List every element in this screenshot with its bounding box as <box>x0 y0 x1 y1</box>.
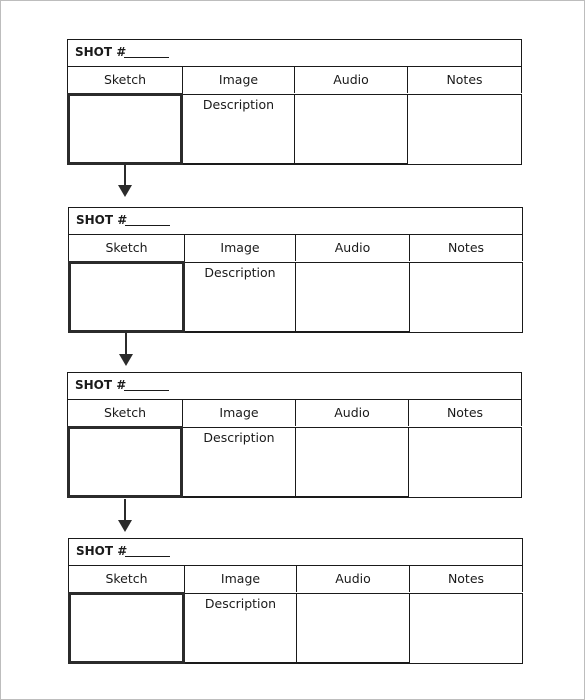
sketch-frame[interactable] <box>67 93 183 165</box>
column-header-row: Sketch Image Description Audio Notes <box>67 399 522 445</box>
column-header-notes: Notes <box>408 399 522 426</box>
column-header-sketch: Sketch <box>67 66 182 93</box>
shot-label: SHOT # <box>75 378 127 392</box>
audio-cell[interactable] <box>294 94 407 165</box>
column-header-sketch: Sketch <box>68 565 184 592</box>
sketch-frame[interactable] <box>67 426 183 498</box>
arrow-down-icon <box>118 499 132 533</box>
column-header-audio: Audio <box>296 565 409 592</box>
column-header-audio: Audio <box>295 399 408 426</box>
image-description-cell[interactable] <box>182 94 294 165</box>
shot-label: SHOT # <box>75 45 127 59</box>
column-header-image-description: Image Description <box>184 565 296 611</box>
column-header-sketch: Sketch <box>68 234 184 261</box>
shot-number-row: SHOT # <box>67 372 522 399</box>
notes-cell[interactable] <box>409 262 523 333</box>
shot-label: SHOT # <box>76 213 128 227</box>
shot-number-row: SHOT # <box>68 538 523 565</box>
shot-number-field[interactable] <box>125 556 170 557</box>
column-header-row: Sketch Image Description Audio Notes <box>68 234 523 280</box>
column-header-image-description: Image Description <box>184 234 295 280</box>
column-header-notes: Notes <box>409 565 523 592</box>
notes-cell[interactable] <box>409 593 523 664</box>
shot-content-row <box>68 261 523 333</box>
shot-label: SHOT # <box>76 544 128 558</box>
audio-cell[interactable] <box>295 262 409 333</box>
arrow-down-icon <box>118 165 132 198</box>
shot-content-row <box>67 426 522 498</box>
page: SHOT # Sketch Image Description Audio No… <box>0 0 585 700</box>
column-header-notes: Notes <box>407 66 522 93</box>
image-description-cell[interactable] <box>184 593 296 664</box>
sketch-frame[interactable] <box>68 592 185 664</box>
shot-number-field[interactable] <box>124 390 169 391</box>
column-header-row: Sketch Image Description Audio Notes <box>67 66 522 112</box>
shot-number-row: SHOT # <box>68 207 523 234</box>
audio-cell[interactable] <box>295 427 408 498</box>
image-description-cell[interactable] <box>184 262 295 333</box>
sketch-frame[interactable] <box>68 261 185 333</box>
column-header-audio: Audio <box>294 66 407 93</box>
column-header-audio: Audio <box>295 234 409 261</box>
shot-content-row <box>68 592 523 664</box>
shot-number-field[interactable] <box>124 57 169 58</box>
column-header-image-description: Image Description <box>182 399 295 445</box>
column-header-notes: Notes <box>409 234 523 261</box>
shot-number-row: SHOT # <box>67 39 522 66</box>
image-description-cell[interactable] <box>182 427 295 498</box>
notes-cell[interactable] <box>407 94 522 165</box>
shot-number-field[interactable] <box>125 225 170 226</box>
notes-cell[interactable] <box>408 427 522 498</box>
column-header-image-description: Image Description <box>182 66 294 112</box>
shot-content-row <box>67 93 522 165</box>
column-header-sketch: Sketch <box>67 399 182 426</box>
audio-cell[interactable] <box>296 593 409 664</box>
column-header-row: Sketch Image Description Audio Notes <box>68 565 523 611</box>
arrow-down-icon <box>119 333 133 367</box>
